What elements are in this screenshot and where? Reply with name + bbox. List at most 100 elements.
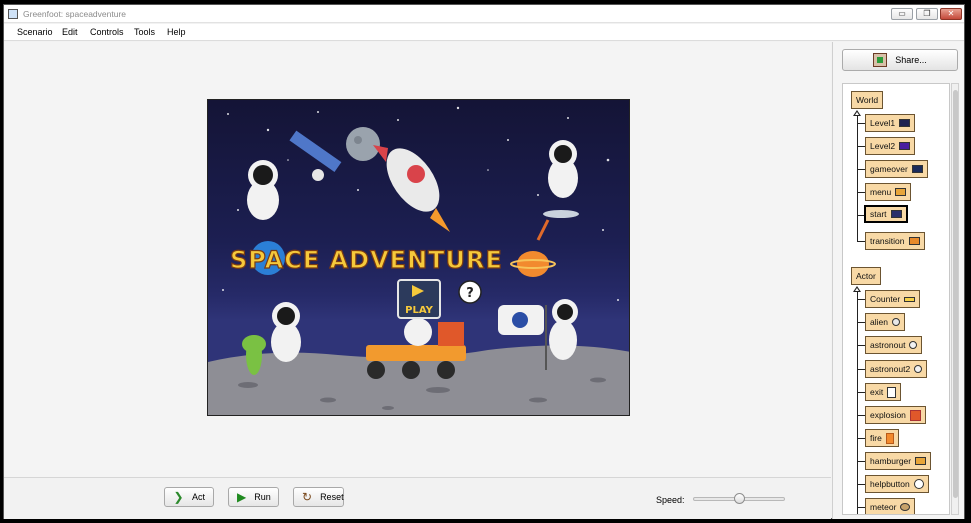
act-label: Act (191, 492, 205, 502)
class-counter[interactable]: Counter (865, 290, 921, 308)
class-level2-label: Level2 (870, 141, 896, 151)
grey-moon (346, 127, 380, 161)
menu-tools[interactable]: Tools (134, 27, 155, 37)
class-alien[interactable]: alien (865, 313, 905, 331)
class-menu-label: menu (870, 187, 892, 197)
class-transition-label: transition (870, 236, 905, 246)
class-level2[interactable]: Level2 (865, 137, 916, 155)
class-meteor[interactable]: meteor (865, 498, 916, 514)
class-fire[interactable]: fire (865, 429, 899, 447)
class-astronout2-label: astronout2 (870, 364, 911, 374)
fire-thumbnail (885, 432, 894, 444)
transition-thumbnail (908, 237, 920, 245)
class-menu[interactable]: menu (865, 183, 912, 201)
act-button[interactable]: ❯ Act (164, 487, 214, 507)
class-level1-label: Level1 (870, 118, 896, 128)
class-explosion-label: explosion (870, 410, 906, 420)
close-button[interactable]: ✕ (940, 8, 962, 20)
class-start-label: start (870, 209, 887, 219)
exit-door-icon (887, 386, 897, 398)
class-diagram: World Level1 Level2 gameover menu start … (842, 83, 950, 515)
class-alien-label: alien (870, 317, 888, 327)
reset-icon: ↻ (302, 490, 313, 504)
class-gameover[interactable]: gameover (865, 160, 928, 178)
play-button[interactable]: PLAY (397, 279, 441, 319)
class-helpbutton-label: helpbutton (870, 479, 910, 489)
menu-help[interactable]: Help (167, 27, 186, 37)
menu-bar: Scenario Edit Controls Tools Help (4, 24, 964, 41)
class-world[interactable]: World (851, 91, 884, 109)
class-exit[interactable]: exit (865, 383, 902, 401)
share-icon (873, 53, 888, 67)
step-icon: ❯ (173, 490, 184, 504)
astronaut-top-left (247, 160, 279, 220)
world-canvas[interactable]: SPACE ADVENTURE PLAY ? (207, 99, 630, 416)
title-bar: Greenfoot: spaceadventure ▭ ❐ ✕ (4, 5, 964, 23)
world-scene: SPACE ADVENTURE PLAY ? (208, 106, 629, 415)
satellite (289, 130, 342, 181)
menu-edit[interactable]: Edit (62, 27, 78, 37)
class-hamburger-label: hamburger (870, 456, 912, 466)
explosion-thumbnail (909, 409, 921, 421)
class-counter-label: Counter (870, 294, 901, 304)
astronout2-thumbnail (914, 365, 923, 373)
maximize-button[interactable]: ❐ (916, 8, 938, 20)
control-bar: ❯ Act ▶ Run ↻ Reset Speed: (4, 477, 831, 519)
astronaut-top-right (536, 140, 579, 241)
class-actor[interactable]: Actor (851, 267, 881, 285)
help-circle-icon (913, 479, 924, 489)
play-label: PLAY (405, 305, 433, 316)
class-transition[interactable]: transition (865, 232, 925, 250)
class-helpbutton[interactable]: helpbutton (865, 475, 929, 493)
class-astronout[interactable]: astronout (865, 336, 923, 354)
share-button[interactable]: Share... (842, 49, 958, 71)
class-exit-label: exit (870, 387, 884, 397)
help-button[interactable]: ? (458, 280, 482, 304)
class-explosion[interactable]: explosion (865, 406, 926, 424)
speed-slider-thumb[interactable] (734, 493, 745, 504)
class-world-label: World (856, 95, 879, 105)
alien-thumbnail (891, 318, 900, 326)
speed-slider[interactable] (693, 493, 785, 504)
window-title: Greenfoot: spaceadventure (23, 9, 127, 19)
menu-scenario[interactable]: Scenario (17, 27, 53, 37)
share-label: Share... (895, 55, 927, 65)
class-actor-label: Actor (856, 271, 876, 281)
astronout-thumbnail (909, 341, 918, 349)
menu-thumbnail (895, 188, 907, 196)
class-gameover-label: gameover (870, 164, 908, 174)
class-hamburger[interactable]: hamburger (865, 452, 932, 470)
game-title: SPACE ADVENTURE (230, 246, 503, 274)
run-label: Run (254, 492, 271, 502)
scrollbar-thumb[interactable] (953, 90, 958, 498)
class-level1[interactable]: Level1 (865, 114, 916, 132)
reset-label: Reset (320, 492, 344, 502)
play-icon: ▶ (237, 490, 247, 504)
class-panel-scrollbar[interactable] (951, 83, 959, 515)
world-area: SPACE ADVENTURE PLAY ? (4, 42, 831, 477)
astronaut-bottom-left (271, 302, 301, 362)
menu-controls[interactable]: Controls (90, 27, 124, 37)
hamburger-thumbnail (915, 457, 927, 465)
app-icon (8, 9, 18, 19)
minimize-button[interactable]: ▭ (891, 8, 913, 20)
moon-rover (366, 318, 466, 379)
help-glyph: ? (466, 286, 474, 301)
class-meteor-label: meteor (870, 502, 897, 512)
speed-label: Speed: (656, 495, 685, 505)
greenfoot-window: Greenfoot: spaceadventure ▭ ❐ ✕ Scenario… (3, 4, 965, 519)
class-astronout-label: astronout (870, 340, 906, 350)
run-button[interactable]: ▶ Run (228, 487, 279, 507)
level2-thumbnail (899, 142, 911, 150)
class-start[interactable]: start (864, 205, 908, 223)
gameover-thumbnail (911, 165, 923, 173)
reset-button[interactable]: ↻ Reset (293, 487, 344, 507)
level1-thumbnail (899, 119, 911, 127)
class-fire-label: fire (870, 433, 882, 443)
counter-thumbnail (904, 296, 916, 302)
meteor-thumbnail (900, 503, 911, 511)
rocket (373, 145, 450, 232)
class-sidebar: Share... World Level1 Level2 gameover me… (832, 42, 964, 519)
class-astronout2[interactable]: astronout2 (865, 360, 928, 378)
orange-planet (517, 251, 549, 277)
